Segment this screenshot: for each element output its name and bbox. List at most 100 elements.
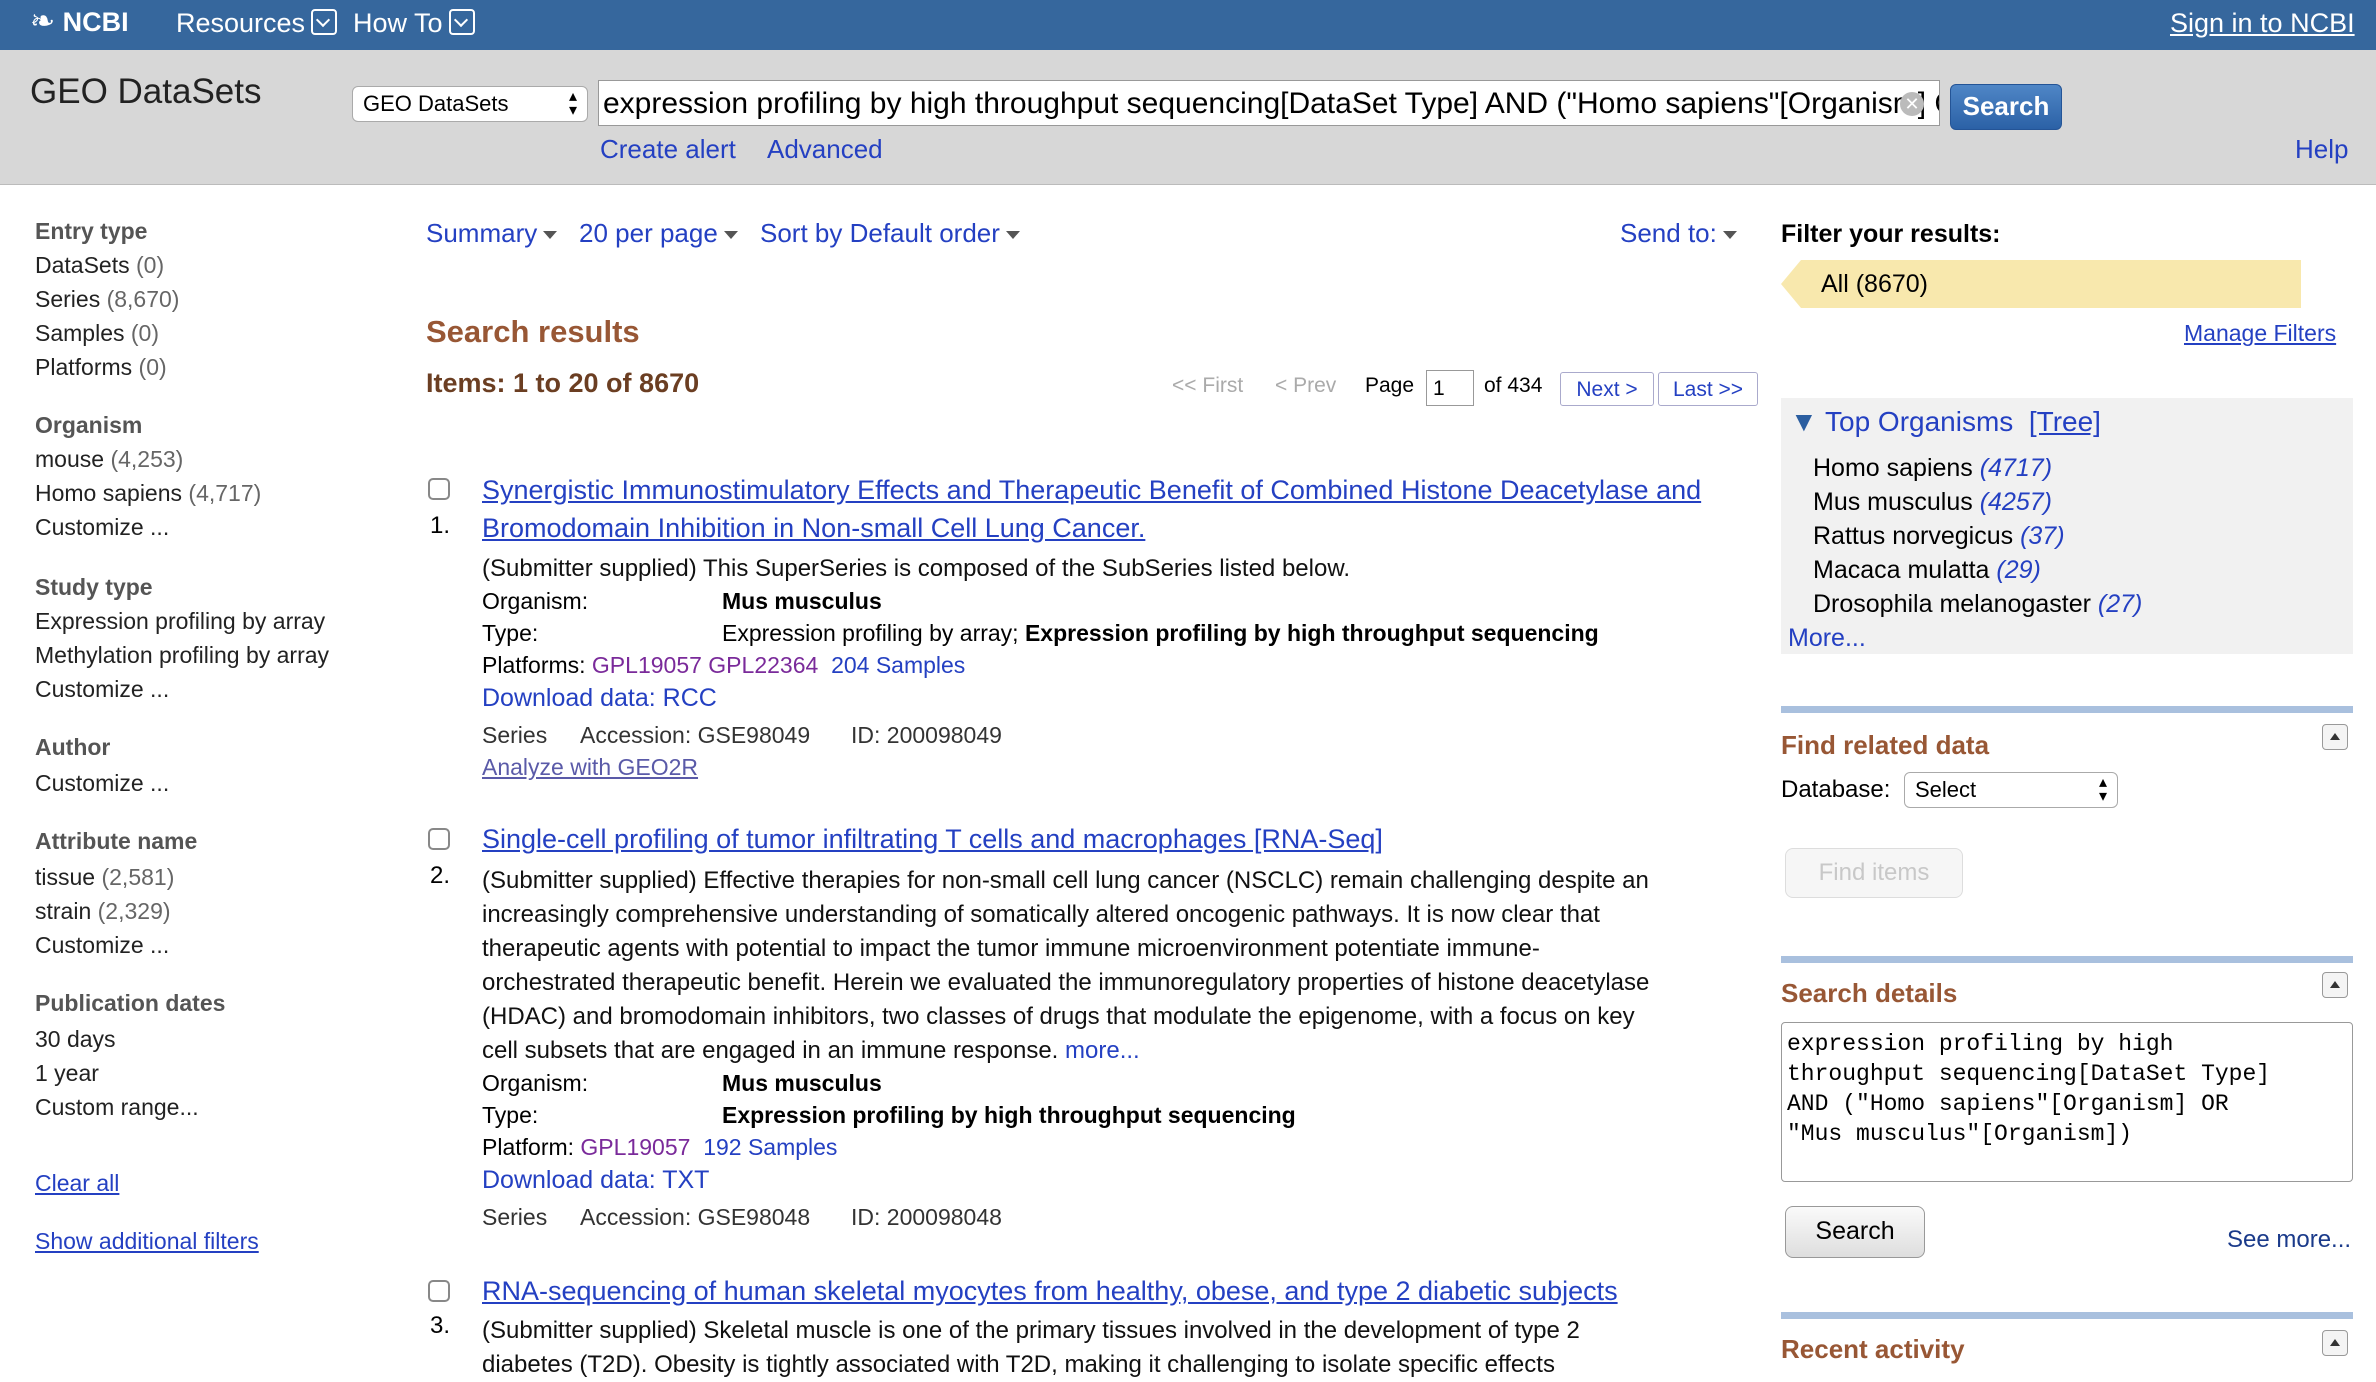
more-organisms-link[interactable]: More... [1788,624,1866,653]
filter-platforms[interactable]: Platforms (0) [35,354,167,381]
clear-icon[interactable]: ✕ [1900,92,1924,116]
organism-label: Organism: [482,1070,589,1096]
filter-30-days[interactable]: 30 days [35,1026,116,1053]
result-summary: (Submitter supplied) Effective therapies… [482,864,1752,1068]
top-organism-item[interactable]: Macaca mulatta (29) [1813,556,2041,585]
filter-strain[interactable]: strain (2,329) [35,898,171,925]
accession: Accession: GSE98048 [580,1204,811,1230]
result-title-link[interactable]: Single-cell profiling of tumor infiltrat… [482,820,1752,858]
customize-author[interactable]: Customize ... [35,770,169,797]
sort-label: Sort by Default order [760,218,1000,248]
customize-attribute[interactable]: Customize ... [35,932,169,959]
see-more-link[interactable]: See more... [2227,1226,2351,1254]
collapse-icon[interactable] [2322,724,2348,750]
resources-menu[interactable]: Resources [176,8,338,39]
type-bold: Expression profiling by high throughput … [1024,620,1599,646]
customize-organism[interactable]: Customize ... [35,514,169,541]
organism-name: Macaca mulatta [1813,556,1990,584]
page-label: Page [1365,374,1415,397]
signin-link[interactable]: Sign in to NCBI [2170,8,2355,39]
filter-homo-sapiens[interactable]: Homo sapiens (4,717) [35,480,261,507]
clear-all-link[interactable]: Clear all [35,1170,119,1197]
help-link[interactable]: Help [2295,134,2348,165]
next-page-button[interactable]: Next > [1560,372,1654,406]
organism-count: (4257) [1979,488,2052,516]
create-alert-link[interactable]: Create alert [600,134,736,165]
triangle-down-icon: ▼ [1790,406,1818,437]
prev-page-link[interactable]: < Prev [1275,374,1336,398]
howto-menu[interactable]: How To [353,8,475,39]
first-page-link[interactable]: << First [1172,374,1243,398]
per-page-dropdown[interactable]: 20 per page [579,218,738,249]
find-items-button[interactable]: Find items [1785,848,1963,898]
study-type-heading: Study type [35,574,153,600]
analyze-geo2r-link[interactable]: Analyze with GEO2R [482,754,698,781]
section-divider [1781,706,2353,713]
resources-label: Resources [176,8,306,38]
organism-heading: Organism [35,412,143,438]
details-search-button[interactable]: Search [1785,1206,1925,1258]
filter-count: (0) [138,354,167,380]
filter-samples[interactable]: Samples (0) [35,320,159,347]
top-organism-item[interactable]: Rattus norvegicus (37) [1813,522,2065,551]
result-title-link[interactable]: RNA-sequencing of human skeletal myocyte… [482,1272,1752,1310]
top-organisms-label: Top Organisms [1825,406,2014,437]
customize-study-type[interactable]: Customize ... [35,676,169,703]
find-related-heading: Find related data [1781,730,1990,760]
related-database-select[interactable]: Select ▴ ▾ [1904,772,2118,808]
samples-link[interactable]: 192 Samples [703,1134,837,1160]
items-range: Items: 1 to 20 of 8670 [426,368,700,398]
download-data-link[interactable]: Download data: TXT [482,1166,709,1195]
collapse-icon[interactable] [2322,1330,2348,1356]
result-summary: (Submitter supplied) This SuperSeries is… [482,555,1350,582]
last-page-button[interactable]: Last >> [1658,372,1758,406]
summary-dropdown[interactable]: Summary [426,218,558,249]
top-organism-item[interactable]: Homo sapiens (4717) [1813,454,2052,483]
tree-link[interactable]: [Tree] [2029,406,2101,437]
filter-1-year[interactable]: 1 year [35,1060,99,1087]
search-button[interactable]: Search [1950,84,2062,130]
filter-custom-range[interactable]: Custom range... [35,1094,199,1121]
platform-link[interactable]: GPL19057 [580,1134,690,1160]
manage-filters-link[interactable]: Manage Filters [2184,320,2336,347]
organism-count: (4717) [1979,454,2053,482]
filter-tissue[interactable]: tissue (2,581) [35,864,174,891]
search-input[interactable]: expression profiling by high throughput … [598,80,1940,126]
collapse-icon[interactable] [2322,972,2348,998]
filter-series[interactable]: Series (8,670) [35,286,179,313]
platform-link[interactable]: GPL22364 [708,652,818,678]
filter-mouse[interactable]: mouse (4,253) [35,446,183,473]
all-filter-tab[interactable]: All (8670) [1781,260,2301,308]
download-data-link[interactable]: Download data: RCC [482,684,717,713]
ncbi-logo[interactable]: ❧ NCBI [30,4,129,39]
show-additional-filters-link[interactable]: Show additional filters [35,1228,259,1255]
advanced-link[interactable]: Advanced [767,134,883,165]
page-number-input[interactable]: 1 [1426,370,1474,406]
platform-link[interactable]: GPL19057 [592,652,702,678]
filter-expression-array[interactable]: Expression profiling by array [35,608,325,635]
sort-dropdown[interactable]: Sort by Default order [760,218,1020,249]
platforms-row: Platforms: GPL19057 GPL22364 204 Samples [482,652,965,679]
result-checkbox[interactable] [428,478,450,500]
organism-name: Drosophila melanogaster [1813,590,2091,618]
samples-link[interactable]: 204 Samples [831,652,965,678]
filter-datasets[interactable]: DataSets (0) [35,252,164,279]
filter-methylation-array[interactable]: Methylation profiling by array [35,642,329,669]
database-select[interactable]: GEO DataSets ▴ ▾ [352,86,588,122]
all-filter-label: All (8670) [1821,270,1928,298]
result-number: 3. [430,1312,451,1339]
result-title-link[interactable]: Synergistic Immunostimulatory Effects an… [482,471,1752,547]
top-organisms-header[interactable]: ▼ Top Organisms [Tree] [1790,406,2101,438]
type-label: Type: [482,1102,539,1128]
result-checkbox[interactable] [428,1280,450,1302]
top-organism-item[interactable]: Mus musculus (4257) [1813,488,2052,517]
more-link[interactable]: more... [1065,1037,1140,1064]
top-organism-item[interactable]: Drosophila melanogaster (27) [1813,590,2142,619]
result-checkbox[interactable] [428,828,450,850]
page-total: of 434 [1484,374,1543,397]
send-to-dropdown[interactable]: Send to: [1620,218,1737,249]
record-id: ID: 200098048 [851,1204,1002,1230]
filter-count: (4,253) [110,446,184,472]
search-details-textarea[interactable]: expression profiling by high throughput … [1781,1022,2353,1182]
organism-label: Organism: [482,588,589,614]
